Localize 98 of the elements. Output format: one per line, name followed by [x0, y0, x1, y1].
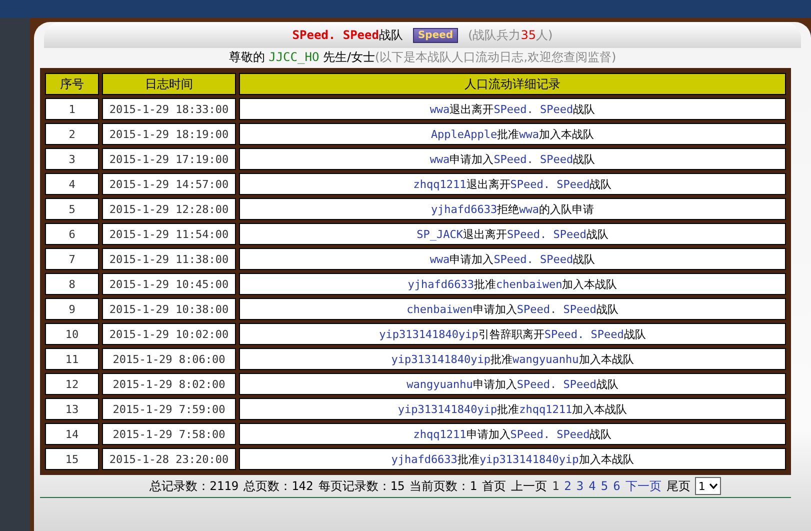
player-link[interactable]: AppleApple — [430, 128, 498, 140]
table-cell: 2015-1-29 18:33:00 — [102, 98, 236, 120]
player-link[interactable]: wwa — [519, 128, 540, 140]
player-link[interactable]: wwa — [430, 102, 450, 116]
player-link[interactable]: wangyuanhu — [512, 352, 579, 366]
player-link[interactable]: yjhafd6633 — [408, 278, 474, 290]
next-page-link[interactable]: 下一页 — [625, 478, 662, 494]
table-cell: 8 — [45, 273, 99, 295]
prev-page-link[interactable]: 上一页 — [510, 478, 547, 494]
player-link[interactable]: SPeed. SPeed — [510, 428, 590, 440]
page-select[interactable]: 1 — [695, 477, 722, 495]
log-entry: wangyuanhu申请加入SPeed. SPeed战队 — [239, 373, 786, 395]
player-link[interactable]: wwa — [430, 152, 450, 166]
player-link[interactable]: yip313141840yip — [379, 328, 478, 340]
page-link[interactable]: 3 — [576, 479, 584, 493]
player-link[interactable]: SPeed. SPeed — [506, 228, 586, 240]
stat-text: 总页数：142 — [244, 478, 314, 494]
table-cell: 1 — [45, 98, 99, 120]
column-header: 人口流动详细记录 — [239, 73, 786, 95]
table-cell: 10 — [45, 323, 99, 345]
page-link[interactable]: 4 — [588, 479, 596, 493]
log-entry: wwa申请加入SPeed. SPeed战队 — [239, 248, 786, 270]
column-header: 日志时间 — [102, 73, 236, 95]
last-page-link[interactable]: 尾页 — [666, 478, 690, 494]
team-name: SPeed. SPeed战队 — [292, 26, 403, 44]
player-link[interactable]: SPeed. SPeed — [494, 252, 574, 266]
table-cell: 2015-1-28 23:20:00 — [102, 448, 236, 470]
log-entry: chenbaiwen申请加入SPeed. SPeed战队 — [239, 298, 786, 320]
page-link[interactable]: 1 — [552, 479, 560, 493]
player-link[interactable]: SPeed. SPeed — [516, 378, 596, 390]
table-cell: 2015-1-29 8:06:00 — [102, 348, 236, 370]
player-link[interactable]: SPeed. SPeed — [494, 152, 574, 166]
table-cell: 4 — [45, 173, 99, 195]
table-cell: 2015-1-29 8:02:00 — [102, 373, 236, 395]
log-entry: SP_JACK退出离开SPeed. SPeed战队 — [239, 223, 786, 245]
player-link[interactable]: SPeed. SPeed — [510, 178, 590, 190]
table-cell: 2015-1-29 12:28:00 — [102, 198, 236, 220]
player-link[interactable]: zhqq1211 — [413, 178, 466, 190]
player-link[interactable]: wwa — [519, 202, 540, 216]
table-cell: 2015-1-29 11:54:00 — [102, 223, 236, 245]
greeting-text: 尊敬的 JJCC_HO 先生/女士(以下是本战队人口流动日志,欢迎您查阅监督) — [228, 48, 616, 66]
log-entry: yjhafd6633批准yip313141840yip加入本战队 — [239, 448, 786, 470]
table-cell: 2015-1-29 18:19:00 — [102, 123, 236, 145]
team-strength: (战队兵力 35人) — [468, 26, 553, 44]
table-cell: 5 — [45, 198, 99, 220]
log-entry: yip313141840yip引咎辞职离开SPeed. SPeed战队 — [239, 323, 786, 345]
player-link[interactable]: SPeed. SPeed — [494, 102, 574, 116]
player-link[interactable]: SPeed. SPeed — [544, 328, 624, 340]
player-link[interactable]: yip313141840yip — [479, 452, 579, 466]
log-entry: AppleApple批准wwa加入本战队 — [239, 123, 786, 145]
stat-text: 总记录数：2119 — [150, 478, 239, 494]
stat-text: 每页记录数：15 — [318, 478, 405, 494]
player-link[interactable]: chenbaiwen — [496, 278, 562, 290]
log-entry: wwa申请加入SPeed. SPeed战队 — [239, 148, 786, 170]
team-badge: Speed — [412, 28, 458, 42]
log-entry: yip313141840yip批准zhqq1211加入本战队 — [239, 398, 786, 420]
table-cell: 11 — [45, 348, 99, 370]
table-cell: 2015-1-29 7:58:00 — [102, 423, 236, 445]
log-entry: yjhafd6633拒绝wwa的入队申请 — [239, 198, 786, 220]
table-cell: 9 — [45, 298, 99, 320]
player-link[interactable]: zhqq1211 — [413, 428, 466, 440]
first-page-link[interactable]: 首页 — [482, 478, 506, 494]
log-entry: yjhafd6633批准chenbaiwen加入本战队 — [239, 273, 786, 295]
table-cell: 3 — [45, 148, 99, 170]
table-cell: 13 — [45, 398, 99, 420]
log-entry: yip313141840yip批准wangyuanhu加入本战队 — [239, 348, 786, 370]
table-cell: 7 — [45, 248, 99, 270]
player-link[interactable]: SPeed. SPeed — [516, 302, 596, 316]
table-cell: 2015-1-29 14:57:00 — [102, 173, 236, 195]
log-entry: zhqq1211申请加入SPeed. SPeed战队 — [239, 423, 786, 445]
page-link[interactable]: 5 — [600, 479, 608, 493]
table-cell: 2015-1-29 17:19:00 — [102, 148, 236, 170]
table-cell: 2015-1-29 10:38:00 — [102, 298, 236, 320]
table-cell: 2015-1-29 7:59:00 — [102, 398, 236, 420]
player-link[interactable]: chenbaiwen — [406, 302, 473, 316]
table-cell: 2 — [45, 123, 99, 145]
table-cell: 6 — [45, 223, 99, 245]
log-entry: wwa退出离开SPeed. SPeed战队 — [239, 98, 786, 120]
chevron-down-icon — [709, 483, 718, 489]
column-header: 序号 — [45, 73, 99, 95]
table-cell: 2015-1-29 10:02:00 — [102, 323, 236, 345]
player-link[interactable]: yip313141840yip — [398, 402, 498, 416]
player-link[interactable]: yip313141840yip — [391, 352, 491, 366]
player-link[interactable]: zhqq1211 — [519, 402, 572, 416]
player-link[interactable]: wwa — [430, 252, 450, 266]
log-entry: zhqq1211退出离开SPeed. SPeed战队 — [239, 173, 786, 195]
table-cell: 12 — [45, 373, 99, 395]
player-link[interactable]: yjhafd6633 — [391, 452, 458, 466]
table-cell: 14 — [45, 423, 99, 445]
player-link[interactable]: wangyuanhu — [406, 378, 473, 390]
page-link[interactable]: 2 — [564, 479, 572, 493]
player-link[interactable]: yjhafd6633 — [430, 202, 498, 216]
table-cell: 2015-1-29 10:45:00 — [102, 273, 236, 295]
stat-text: 当前页数：1 — [410, 478, 477, 494]
page-link[interactable]: 6 — [613, 479, 620, 493]
table-cell: 2015-1-29 11:38:00 — [102, 248, 236, 270]
player-link[interactable]: SP_JACK — [416, 228, 463, 240]
table-cell: 15 — [45, 448, 99, 470]
